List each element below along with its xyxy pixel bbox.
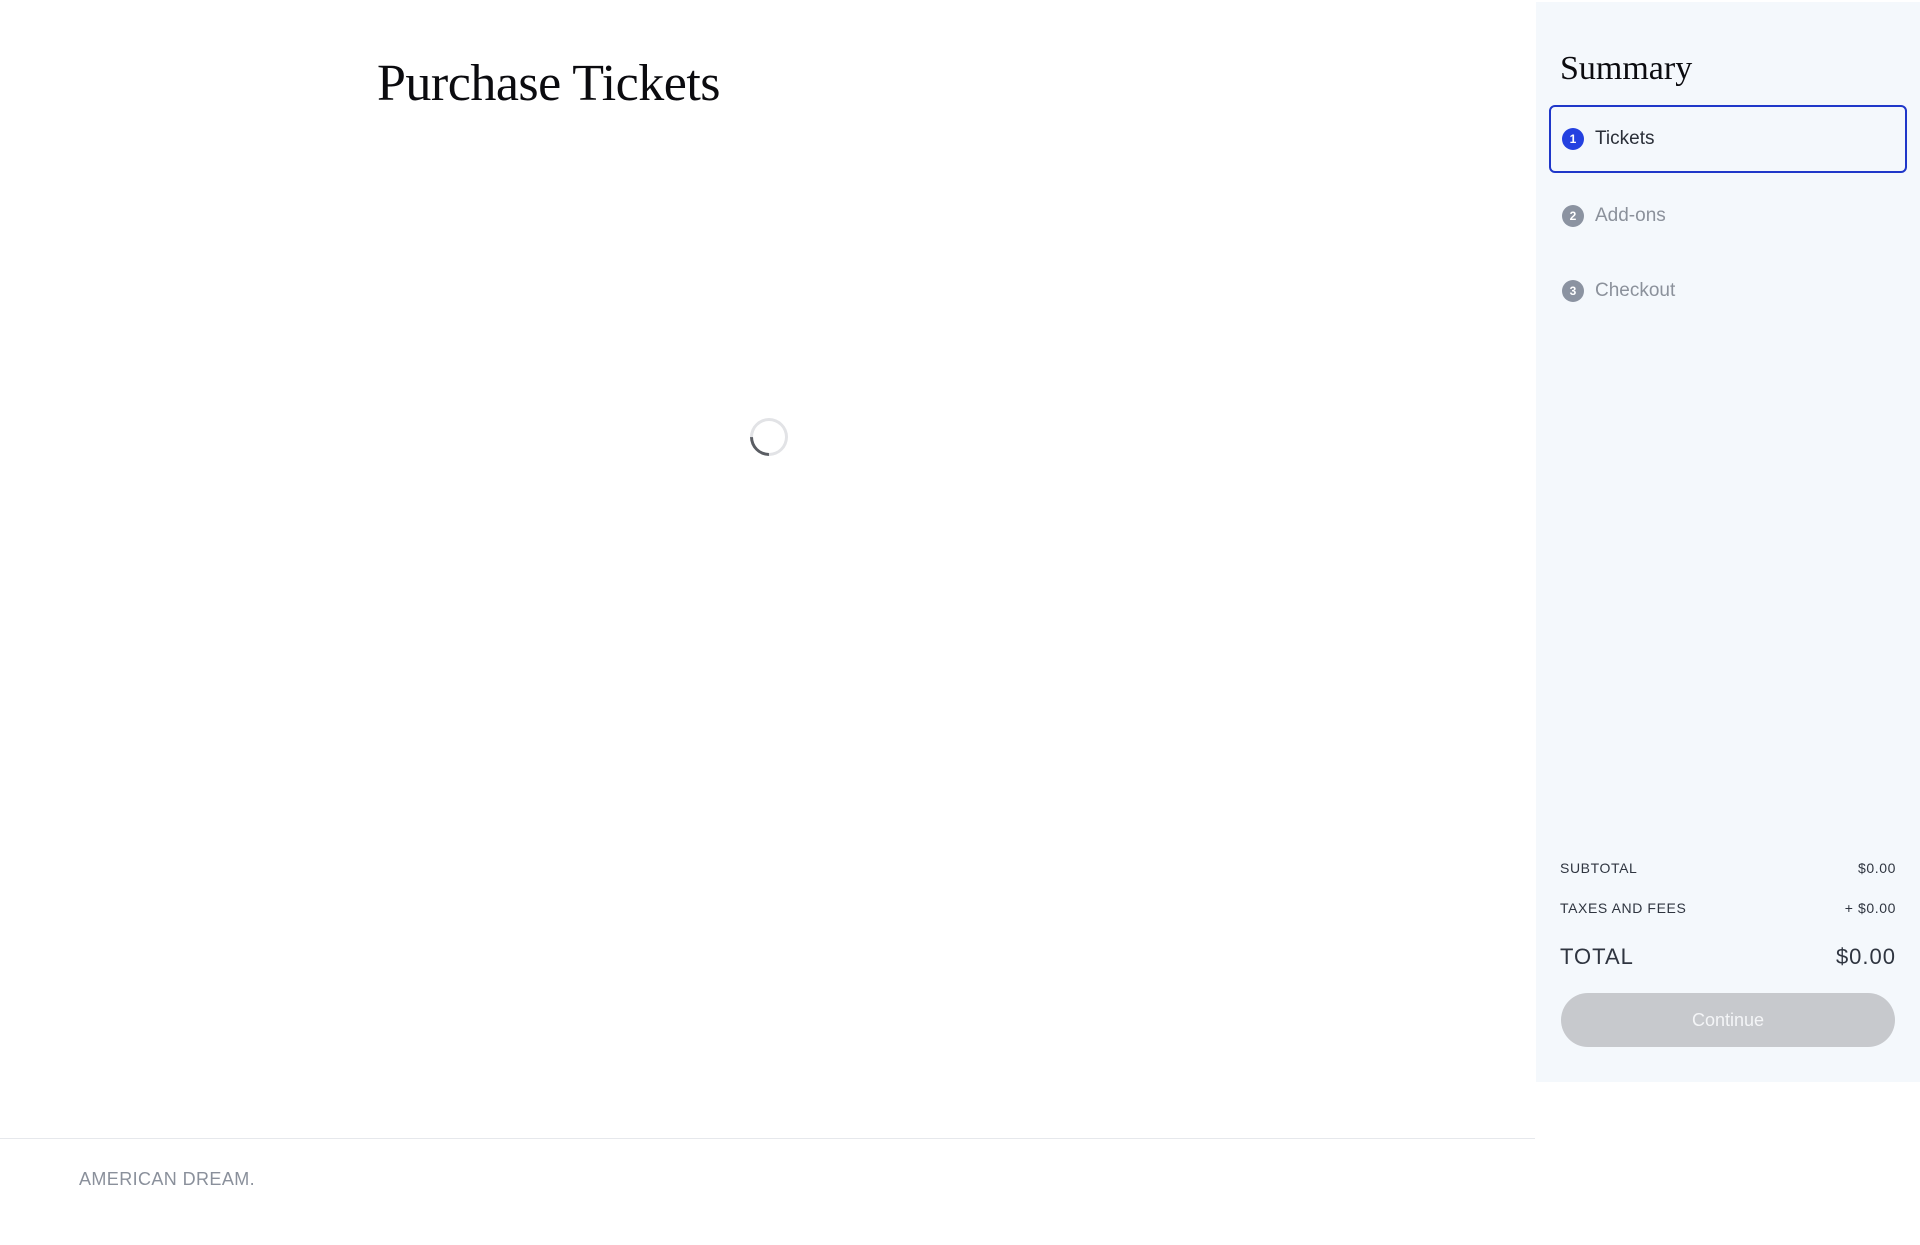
- loading-spinner-icon: [742, 410, 796, 464]
- step-label: Checkout: [1595, 280, 1676, 301]
- brand-logo[interactable]: AMERICAN DREAM.: [79, 1169, 255, 1190]
- step-add-ons[interactable]: 2 Add-ons: [1549, 182, 1907, 250]
- step-number-badge: 1: [1562, 128, 1584, 150]
- taxes-value: + $0.00: [1844, 900, 1896, 916]
- summary-title: Summary: [1560, 50, 1693, 87]
- step-tickets[interactable]: 1 Tickets: [1549, 105, 1907, 173]
- taxes-row: TAXES AND FEES + $0.00: [1560, 900, 1896, 916]
- total-label: TOTAL: [1560, 944, 1634, 969]
- purchase-page: Purchase Tickets Summary 1 Tickets 2 Add…: [0, 0, 1920, 1245]
- step-checkout[interactable]: 3 Checkout: [1549, 257, 1907, 325]
- footer: AMERICAN DREAM.: [0, 1138, 1535, 1245]
- continue-button[interactable]: Continue: [1561, 993, 1895, 1047]
- total-row: TOTAL $0.00: [1560, 944, 1896, 970]
- subtotal-label: SUBTOTAL: [1560, 860, 1638, 876]
- subtotal-row: SUBTOTAL $0.00: [1560, 860, 1896, 876]
- step-number-badge: 2: [1562, 205, 1584, 227]
- page-title: Purchase Tickets: [377, 55, 721, 112]
- subtotal-value: $0.00: [1857, 860, 1896, 876]
- step-number-badge: 3: [1562, 280, 1584, 302]
- main-content: Purchase Tickets: [0, 0, 1535, 1138]
- summary-panel: Summary 1 Tickets 2 Add-ons 3 Checkout S…: [1536, 2, 1920, 1082]
- step-label: Tickets: [1595, 128, 1655, 149]
- taxes-label: TAXES AND FEES: [1560, 900, 1687, 916]
- step-label: Add-ons: [1595, 205, 1666, 226]
- total-value: $0.00: [1835, 944, 1896, 969]
